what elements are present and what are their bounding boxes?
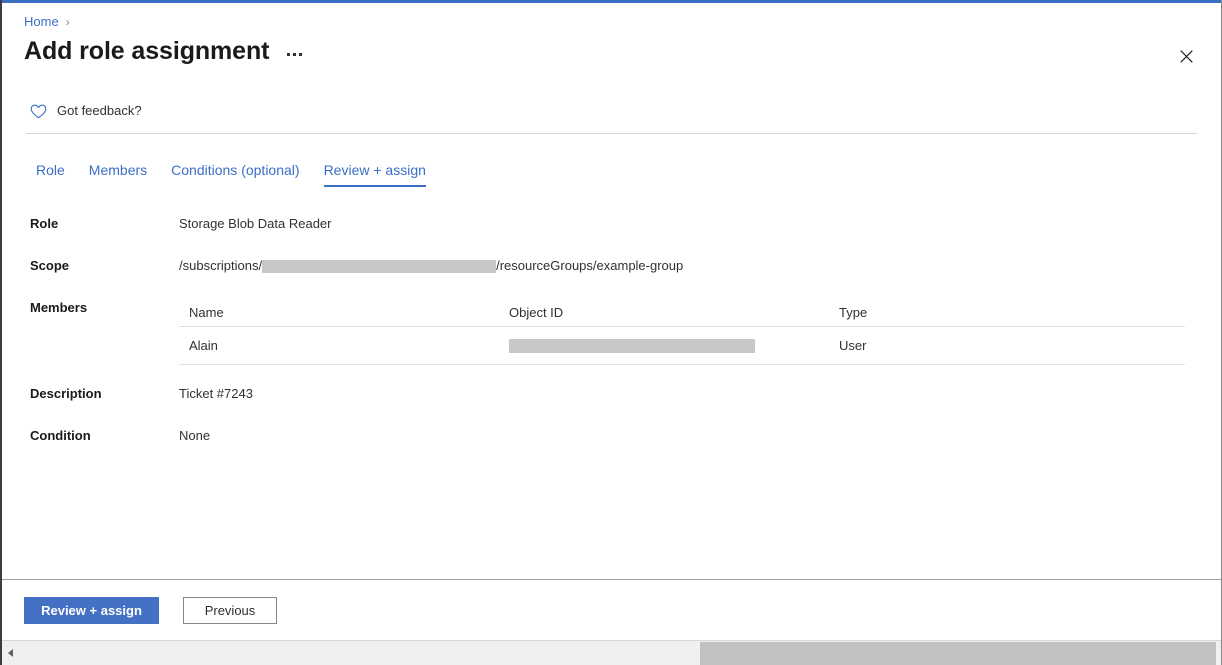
scope-suffix: /resourceGroups/example-group bbox=[496, 257, 683, 275]
field-description: Description Ticket #7243 bbox=[30, 385, 1197, 403]
field-description-label: Description bbox=[30, 385, 179, 403]
blade-footer: Review + assign Previous bbox=[2, 579, 1221, 641]
tab-conditions[interactable]: Conditions (optional) bbox=[159, 156, 311, 190]
field-description-value: Ticket #7243 bbox=[179, 385, 253, 403]
ellipsis-dot bbox=[287, 53, 290, 56]
field-role: Role Storage Blob Data Reader bbox=[30, 215, 1197, 233]
column-header-type: Type bbox=[839, 304, 1185, 322]
field-role-label: Role bbox=[30, 215, 179, 233]
tab-role[interactable]: Role bbox=[24, 156, 77, 190]
field-condition-label: Condition bbox=[30, 427, 179, 445]
field-condition-value: None bbox=[179, 427, 210, 445]
cell-member-type: User bbox=[839, 337, 1185, 355]
field-condition: Condition None bbox=[30, 427, 1197, 445]
title-row: Add role assignment bbox=[24, 34, 306, 68]
tab-members[interactable]: Members bbox=[77, 156, 159, 190]
ellipsis-dot bbox=[299, 53, 302, 56]
more-menu-button[interactable] bbox=[283, 45, 306, 58]
members-table: Name Object ID Type Alain User bbox=[179, 299, 1185, 365]
column-header-object-id: Object ID bbox=[509, 304, 839, 322]
redacted-object-id bbox=[509, 339, 755, 353]
breadcrumb: Home › bbox=[24, 13, 70, 31]
footer-actions: Review + assign Previous bbox=[2, 580, 1221, 624]
tab-bar: Role Members Conditions (optional) Revie… bbox=[24, 156, 438, 190]
add-role-assignment-blade: Home › Add role assignment Got feedback? bbox=[0, 0, 1222, 665]
field-scope-label: Scope bbox=[30, 257, 179, 275]
got-feedback-label: Got feedback? bbox=[57, 102, 142, 120]
close-button[interactable] bbox=[1173, 43, 1199, 69]
scrollbar-thumb[interactable] bbox=[700, 642, 1215, 665]
field-members-label: Members bbox=[30, 299, 179, 317]
tab-review-assign[interactable]: Review + assign bbox=[312, 156, 438, 190]
chevron-right-icon: › bbox=[66, 16, 70, 28]
cell-member-name: Alain bbox=[179, 337, 509, 355]
breadcrumb-link-home[interactable]: Home bbox=[24, 13, 59, 31]
scrollbar-track[interactable] bbox=[19, 642, 1204, 665]
scope-prefix: /subscriptions/ bbox=[179, 257, 262, 275]
column-header-name: Name bbox=[179, 304, 509, 322]
table-row: Alain User bbox=[179, 326, 1185, 365]
previous-button[interactable]: Previous bbox=[183, 597, 277, 624]
table-header-row: Name Object ID Type bbox=[179, 299, 1185, 326]
cell-member-object-id bbox=[509, 337, 839, 355]
close-icon bbox=[1180, 50, 1193, 63]
page-title: Add role assignment bbox=[24, 34, 269, 68]
heart-icon bbox=[30, 104, 47, 119]
scroll-left-button[interactable] bbox=[2, 642, 19, 665]
horizontal-scrollbar[interactable] bbox=[2, 640, 1221, 665]
field-scope-value: /subscriptions/ /resourceGroups/example-… bbox=[179, 257, 683, 275]
got-feedback-button[interactable]: Got feedback? bbox=[30, 102, 142, 120]
review-content: Role Storage Blob Data Reader Scope /sub… bbox=[2, 205, 1221, 580]
field-scope: Scope /subscriptions/ /resourceGroups/ex… bbox=[30, 257, 1197, 275]
field-members: Members Name Object ID Type Alain User bbox=[30, 299, 1197, 365]
ellipsis-dot bbox=[293, 53, 296, 56]
scope-redacted-subscription-id bbox=[262, 260, 496, 273]
field-role-value: Storage Blob Data Reader bbox=[179, 215, 331, 233]
review-assign-button[interactable]: Review + assign bbox=[24, 597, 159, 624]
blade-header: Home › Add role assignment Got feedback? bbox=[2, 3, 1221, 130]
header-divider bbox=[26, 133, 1197, 134]
chevron-left-icon bbox=[8, 649, 13, 657]
